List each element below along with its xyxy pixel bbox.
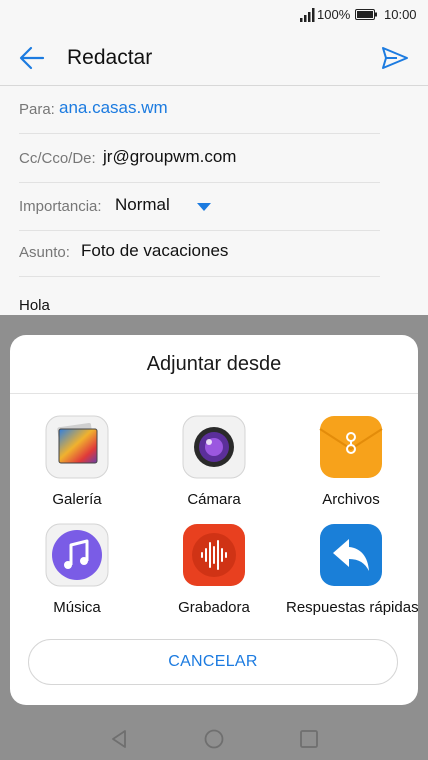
page-title: Redactar — [67, 46, 153, 69]
camera-option[interactable]: Cámara — [149, 415, 279, 515]
music-option[interactable]: Música — [12, 523, 142, 623]
to-label: Para: — [19, 101, 55, 118]
camera-icon — [182, 415, 246, 479]
gallery-label: Galería — [52, 491, 102, 508]
music-icon — [45, 523, 109, 587]
clock: 10:00 — [384, 7, 417, 22]
recorder-icon — [183, 524, 245, 586]
quick-reply-option[interactable]: Respuestas rápidas — [286, 523, 418, 623]
gallery-option[interactable]: Galería — [12, 415, 142, 515]
message-body[interactable]: Hola — [19, 297, 50, 314]
nav-home-icon[interactable] — [203, 728, 225, 750]
cc-label: Cc/Cco/De: — [19, 150, 96, 167]
navigation-bar — [0, 718, 428, 760]
sheet-divider — [10, 393, 418, 394]
subject-value[interactable]: Foto de vacaciones — [81, 241, 228, 261]
sheet-title: Adjuntar desde — [146, 353, 282, 375]
app-header: Redactar — [0, 30, 428, 86]
gallery-icon — [45, 415, 109, 479]
signal-icon — [300, 8, 315, 22]
recorder-label: Grabadora — [178, 599, 250, 616]
subject-label: Asunto: — [19, 244, 70, 261]
music-label: Música — [53, 599, 101, 616]
arrow-left-icon[interactable] — [18, 44, 46, 72]
to-recipient[interactable]: ana.casas.wm — [59, 98, 168, 118]
priority-value[interactable]: Normal — [115, 195, 170, 215]
dropdown-arrow-icon[interactable] — [197, 203, 211, 211]
camera-label: Cámara — [187, 491, 241, 508]
quick-reply-label: Respuestas rápidas — [286, 599, 418, 616]
nav-recents-icon[interactable] — [298, 728, 320, 750]
battery-percent: 100% — [317, 7, 351, 22]
quick-reply-icon — [320, 524, 382, 586]
attach-sheet: Adjuntar desde Galería Cámara Archivos M… — [10, 335, 418, 705]
to-row[interactable]: Para: ana.casas.wm — [19, 87, 380, 134]
priority-label: Importancia: — [19, 198, 102, 215]
cc-row[interactable]: Cc/Cco/De: jr@groupwm.com — [19, 136, 380, 183]
priority-row[interactable]: Importancia: Normal — [19, 184, 380, 231]
send-icon[interactable] — [380, 44, 410, 72]
subject-row[interactable]: Asunto: Foto de vacaciones — [19, 230, 380, 277]
files-icon — [319, 416, 383, 478]
files-label: Archivos — [322, 491, 380, 508]
nav-back-icon[interactable] — [108, 728, 130, 750]
files-option[interactable]: Archivos — [286, 415, 416, 515]
cancel-button[interactable]: CANCELAR — [28, 639, 398, 685]
battery-icon — [355, 9, 377, 20]
status-bar: 100% 10:00 — [0, 0, 428, 30]
recorder-option[interactable]: Grabadora — [149, 523, 279, 623]
cc-value[interactable]: jr@groupwm.com — [103, 147, 236, 167]
compose-screen: 100% 10:00 Redactar Para: ana.casas.wm C… — [0, 0, 428, 760]
